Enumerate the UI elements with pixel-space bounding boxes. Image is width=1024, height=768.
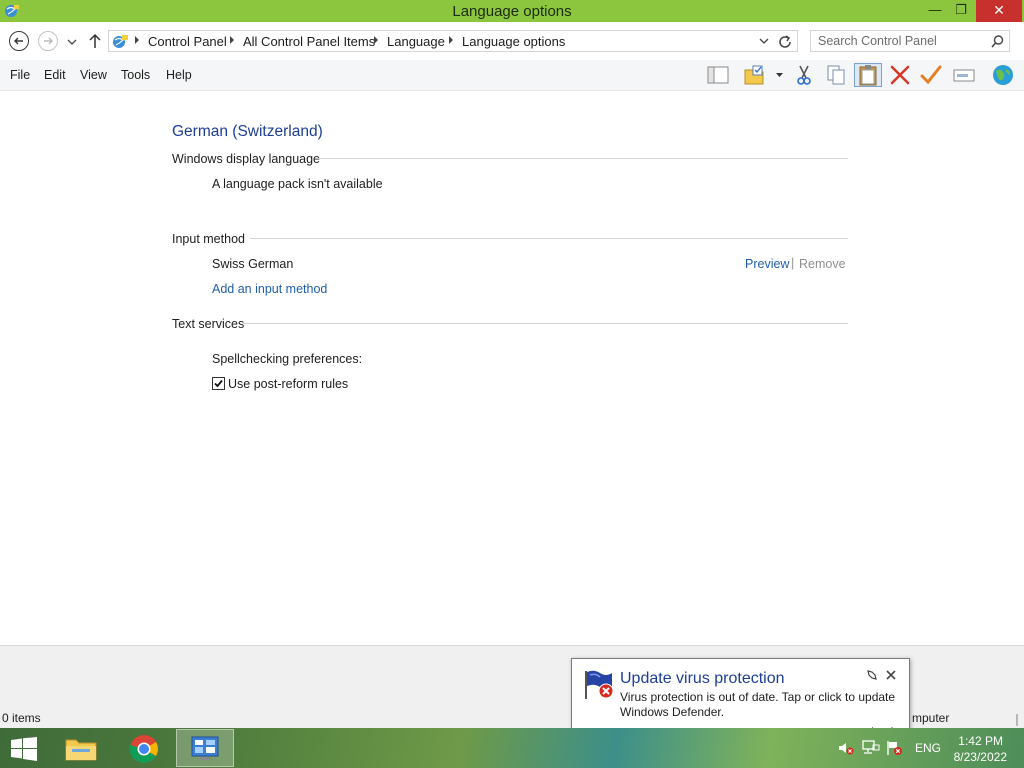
up-arrow-icon[interactable] — [88, 33, 102, 49]
chrome-icon — [129, 735, 158, 763]
menu-file[interactable]: File — [10, 68, 30, 82]
restore-button[interactable]: ❐ — [946, 0, 976, 22]
section-heading-display-language: Windows display language — [172, 152, 321, 166]
item-count: 0 items — [2, 711, 41, 725]
check-icon — [920, 65, 942, 85]
breadcrumb-language[interactable]: Language — [387, 34, 445, 49]
refresh-icon[interactable] — [777, 34, 793, 50]
file-explorer-icon — [65, 739, 97, 761]
breadcrumb-control-panel[interactable]: Control Panel — [148, 34, 227, 49]
control-panel-icon — [191, 736, 219, 760]
breadcrumb-separator-icon[interactable] — [449, 36, 453, 44]
defender-flag-icon — [585, 670, 614, 699]
close-button[interactable]: ✕ — [976, 0, 1022, 22]
cut-icon — [797, 65, 811, 85]
forward-button[interactable] — [38, 31, 58, 51]
navigation-bar: Control Panel All Control Panel Items La… — [0, 22, 1024, 60]
rename-icon — [953, 69, 975, 82]
taskbar-control-panel[interactable] — [176, 729, 234, 767]
copy-button[interactable] — [823, 63, 849, 87]
menu-bar: File Edit View Tools Help — [0, 60, 1024, 91]
back-button[interactable] — [9, 31, 29, 51]
address-bar[interactable]: Control Panel All Control Panel Items La… — [108, 30, 798, 52]
resize-grip[interactable] — [1016, 714, 1018, 726]
copy-icon — [827, 65, 845, 85]
breadcrumb-separator-icon[interactable] — [230, 36, 234, 44]
close-icon[interactable] — [885, 669, 897, 681]
input-method-name: Swiss German — [212, 257, 294, 271]
add-input-method-link[interactable]: Add an input method — [212, 282, 327, 296]
language-title: German (Switzerland) — [172, 123, 323, 140]
checkmark-icon — [214, 379, 223, 388]
search-input[interactable] — [818, 34, 988, 48]
menu-help[interactable]: Help — [166, 68, 192, 82]
windows-logo-icon — [11, 737, 37, 761]
taskbar: ENG 1:42 PM 8/23/2022 — [0, 728, 1024, 768]
delete-icon — [890, 65, 910, 85]
post-reform-checkbox[interactable] — [212, 377, 225, 390]
menu-edit[interactable]: Edit — [44, 68, 66, 82]
forward-arrow-icon — [44, 37, 53, 45]
taskbar-chrome[interactable] — [115, 729, 173, 767]
search-icon[interactable] — [991, 35, 1004, 48]
layout-icon — [707, 66, 729, 84]
section-divider — [243, 323, 848, 324]
control-panel-icon — [113, 35, 128, 48]
window-title: Language options — [452, 3, 572, 20]
spellcheck-label: Spellchecking preferences: — [212, 352, 363, 366]
globe-button[interactable] — [990, 63, 1016, 87]
globe-icon — [993, 65, 1013, 85]
breadcrumb-separator-icon[interactable] — [374, 36, 378, 44]
search-box[interactable] — [810, 30, 1010, 52]
paste-icon — [859, 65, 877, 86]
display-language-status: A language pack isn't available — [212, 177, 383, 191]
delete-button[interactable] — [887, 63, 913, 87]
network-icon[interactable] — [862, 740, 880, 756]
address-dropdown-icon[interactable] — [759, 37, 769, 45]
start-button[interactable] — [0, 729, 48, 767]
menu-view[interactable]: View — [80, 68, 107, 82]
layout-button[interactable] — [705, 63, 731, 87]
post-reform-label[interactable]: Use post-reform rules — [228, 377, 348, 391]
preview-link[interactable]: Preview — [745, 257, 789, 271]
clock-date[interactable]: 8/23/2022 — [952, 750, 1007, 764]
notification-body: Virus protection is out of date. Tap or … — [620, 690, 896, 719]
title-bar: Language options — ❐ ✕ — [0, 0, 1024, 22]
notification-toast[interactable]: Update virus protection Virus protection… — [571, 658, 910, 729]
rename-button[interactable] — [951, 63, 977, 87]
back-arrow-icon — [14, 37, 23, 45]
action-center-flag-icon[interactable] — [886, 740, 904, 756]
status-location: mputer — [912, 711, 950, 725]
remove-link[interactable]: Remove — [799, 257, 846, 271]
link-separator: | — [791, 256, 795, 270]
input-language-indicator[interactable]: ENG — [915, 741, 941, 755]
taskbar-file-explorer[interactable] — [52, 729, 110, 767]
breadcrumb-separator-icon[interactable] — [135, 36, 139, 44]
cut-button[interactable] — [791, 63, 817, 87]
menu-tools[interactable]: Tools — [121, 68, 150, 82]
folder-options-dropdown-icon[interactable] — [775, 72, 784, 78]
breadcrumb-language-options[interactable]: Language options — [462, 34, 565, 49]
properties-check-button[interactable] — [918, 63, 944, 87]
section-divider — [250, 238, 848, 239]
section-heading-text-services: Text services — [172, 317, 245, 331]
volume-muted-icon[interactable] — [838, 741, 854, 755]
breadcrumb-all-items[interactable]: All Control Panel Items — [243, 34, 375, 49]
recent-locations-dropdown-icon[interactable] — [67, 38, 77, 46]
section-heading-input-method: Input method — [172, 232, 245, 246]
notification-title: Update virus protection — [620, 670, 785, 687]
pin-icon[interactable] — [866, 669, 878, 681]
paste-button[interactable] — [854, 63, 882, 87]
folder-properties-icon — [744, 65, 764, 85]
content-pane: German (Switzerland) Windows display lan… — [0, 91, 1024, 645]
section-divider — [318, 158, 848, 159]
clock-time[interactable]: 1:42 PM — [957, 734, 1003, 748]
folder-properties-button[interactable] — [742, 63, 768, 87]
